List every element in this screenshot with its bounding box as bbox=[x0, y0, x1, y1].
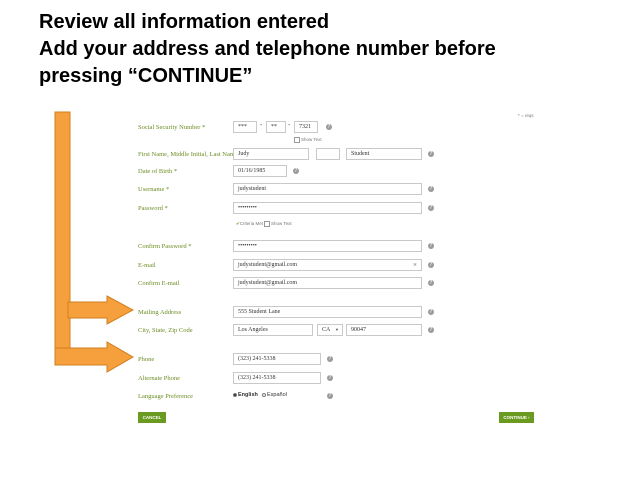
phone-help-icon[interactable]: ? bbox=[327, 356, 333, 362]
city-input[interactable]: Los Angeles bbox=[233, 324, 313, 336]
city-state-zip-help-icon[interactable]: ? bbox=[428, 327, 434, 333]
ssn-show-text-checkbox[interactable] bbox=[294, 137, 300, 143]
confirm-password-help-icon[interactable]: ? bbox=[428, 243, 434, 249]
name-label: First Name, Middle Initial, Last Name * bbox=[138, 151, 243, 158]
english-label: English bbox=[238, 392, 258, 398]
password-show-text[interactable]: Show Text bbox=[264, 221, 292, 227]
username-help-icon[interactable]: ? bbox=[428, 186, 434, 192]
cancel-button[interactable]: CANCEL bbox=[138, 412, 166, 423]
password-show-text-label: Show Text bbox=[271, 221, 292, 227]
email-input[interactable]: judystudent@gmail.com × bbox=[233, 259, 422, 271]
mailing-address-help-icon[interactable]: ? bbox=[428, 309, 434, 315]
alt-phone-label: Alternate Phone bbox=[138, 375, 181, 382]
english-radio[interactable] bbox=[233, 392, 237, 397]
last-name-input[interactable]: Student bbox=[346, 148, 422, 160]
email-help-icon[interactable]: ? bbox=[428, 262, 434, 268]
ssn-show-text[interactable]: Show Text bbox=[294, 137, 322, 143]
ssn-part2-input[interactable]: ** bbox=[266, 121, 286, 133]
confirm-email-input[interactable]: judystudent@gmail.com bbox=[233, 277, 422, 289]
confirm-password-label: Confirm Password * bbox=[138, 243, 192, 250]
alt-phone-help-icon[interactable]: ? bbox=[327, 375, 333, 381]
middle-initial-input[interactable] bbox=[316, 148, 340, 160]
city-state-zip-label: City, State, Zip Code bbox=[138, 327, 193, 334]
ssn-show-text-label: Show Text bbox=[301, 137, 322, 143]
state-select[interactable]: CA ▼ bbox=[317, 324, 343, 336]
name-help-icon[interactable]: ? bbox=[428, 151, 434, 157]
ssn-dash-2: - bbox=[288, 122, 291, 129]
ssn-help-icon[interactable]: ? bbox=[326, 124, 332, 130]
dob-help-icon[interactable]: ? bbox=[293, 168, 299, 174]
password-criteria-text: Criteria Met bbox=[239, 221, 264, 226]
dob-label: Date of Birth * bbox=[138, 168, 178, 175]
password-criteria: ✔Criteria Met bbox=[236, 221, 263, 227]
username-label: Username * bbox=[138, 186, 170, 193]
password-show-text-checkbox[interactable] bbox=[264, 221, 270, 227]
dob-input[interactable]: 01/16/1985 bbox=[233, 165, 287, 177]
password-input[interactable]: ••••••••• bbox=[233, 202, 422, 214]
chevron-down-icon: ▼ bbox=[335, 327, 339, 332]
ssn-part1-input[interactable]: *** bbox=[233, 121, 257, 133]
phone-input[interactable]: (323) 241-5338 bbox=[233, 353, 321, 365]
phone-label: Phone bbox=[138, 356, 155, 363]
mailing-address-label: Mailing Address bbox=[138, 309, 182, 316]
continue-button[interactable]: CONTINUE › bbox=[499, 412, 534, 423]
espanol-label: Español bbox=[267, 392, 287, 398]
password-help-icon[interactable]: ? bbox=[428, 205, 434, 211]
ssn-part3-input[interactable]: 7321 bbox=[294, 121, 318, 133]
language-label: Language Preference bbox=[138, 393, 194, 400]
first-name-input[interactable]: Judy bbox=[233, 148, 309, 160]
state-value: CA bbox=[322, 327, 331, 333]
espanol-radio[interactable] bbox=[262, 392, 266, 397]
password-label: Password * bbox=[138, 205, 168, 212]
mailing-address-input[interactable]: 555 Student Lane bbox=[233, 306, 422, 318]
language-option-english[interactable]: English bbox=[233, 392, 258, 398]
email-clear-icon[interactable]: × bbox=[413, 260, 417, 270]
ssn-label: Social Security Number * bbox=[138, 124, 206, 131]
confirm-password-input[interactable]: ••••••••• bbox=[233, 240, 422, 252]
username-input[interactable]: judystudent bbox=[233, 183, 422, 195]
zip-input[interactable]: 90047 bbox=[346, 324, 422, 336]
confirm-email-help-icon[interactable]: ? bbox=[428, 280, 434, 286]
language-option-espanol[interactable]: Español bbox=[262, 392, 287, 398]
ssn-dash-1: - bbox=[260, 122, 263, 129]
required-note: * = reqs bbox=[518, 113, 534, 118]
email-value: judystudent@gmail.com bbox=[238, 262, 298, 268]
registration-form: * = reqs Social Security Number * *** - … bbox=[0, 0, 638, 479]
language-help-icon[interactable]: ? bbox=[327, 393, 333, 399]
email-label: E-mail bbox=[138, 262, 156, 269]
confirm-email-label: Confirm E-mail bbox=[138, 280, 180, 287]
alt-phone-input[interactable]: (323) 241-5338 bbox=[233, 372, 321, 384]
